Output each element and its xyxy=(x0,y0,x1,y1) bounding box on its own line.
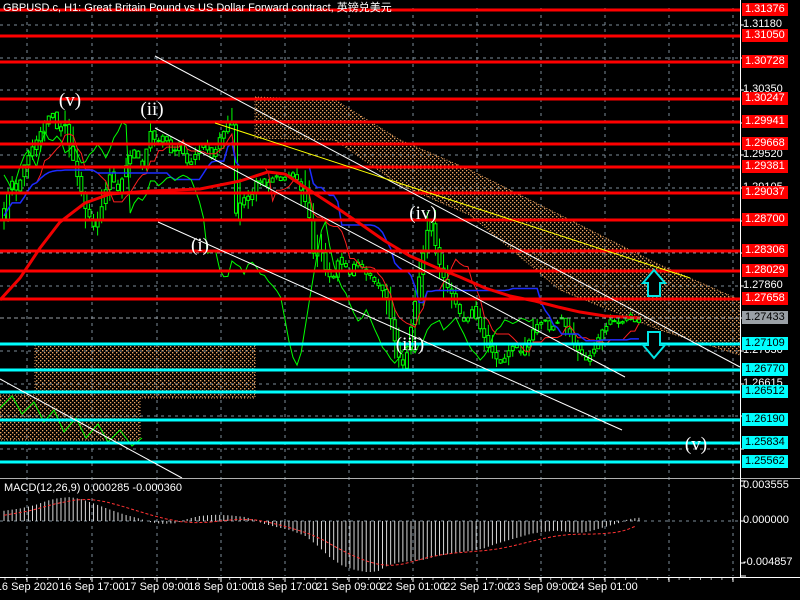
resistance-price-label: 1.29941 xyxy=(742,115,788,128)
trendline-yellow[interactable] xyxy=(214,122,691,279)
resistance-price-label: 1.28700 xyxy=(742,213,788,226)
wave-label[interactable]: (ii) xyxy=(140,99,163,120)
support-price-label: 1.25562 xyxy=(742,455,788,468)
time-label: 21 Sep 09:00 xyxy=(316,581,382,593)
current-price-label: 1.27433 xyxy=(742,311,788,324)
wave-label[interactable]: (v) xyxy=(685,434,707,455)
resistance-price-label: 1.29037 xyxy=(742,186,788,199)
time-label: 18 Sep 17:00 xyxy=(252,581,318,593)
resistance-price-label: 1.29668 xyxy=(742,137,788,150)
wave-label[interactable]: (i) xyxy=(191,235,209,256)
time-label: 16 Sep 17:00 xyxy=(59,581,125,593)
wave-label[interactable]: (iii) xyxy=(396,334,425,355)
time-label: 24 Sep 01:00 xyxy=(572,581,638,593)
resistance-price-label: 1.31050 xyxy=(742,29,788,42)
resistance-price-label: 1.31376 xyxy=(742,3,788,16)
support-price-label: 1.25834 xyxy=(742,436,788,449)
resistance-price-label: 1.29381 xyxy=(742,160,788,173)
time-label: 18 Sep 01:00 xyxy=(188,581,254,593)
trendline-white[interactable] xyxy=(154,55,741,368)
resistance-price-label: 1.28306 xyxy=(742,244,788,257)
support-price-label: 1.26770 xyxy=(742,363,788,376)
ichimoku-cloud xyxy=(254,96,741,356)
resistance-price-label: 1.27658 xyxy=(742,292,788,305)
resistance-price-label: 1.28029 xyxy=(742,264,788,277)
time-label: 17 Sep 09:00 xyxy=(124,581,190,593)
chart-title: GBPUSD.c, H1: Great Britain Pound vs US … xyxy=(3,2,392,14)
support-price-label: 1.26512 xyxy=(742,385,788,398)
chikou-span-line xyxy=(3,121,534,367)
macd-indicator-label: MACD(12,26,9) 0.000285 -0.000360 xyxy=(4,482,182,494)
price-chart[interactable]: (v) (ii) (i) (iv) (iii) (v) xyxy=(0,0,800,600)
time-label: 16 Sep 2020 xyxy=(0,581,59,593)
wave-label[interactable]: (v) xyxy=(59,90,81,111)
time-label: 23 Sep 09:00 xyxy=(508,581,574,593)
resistance-price-label: 1.30728 xyxy=(742,55,788,68)
chart-window: (v) (ii) (i) (iv) (iii) (v) GBPUSD.c, H1: Gre… xyxy=(0,0,800,600)
time-label: 22 Sep 17:00 xyxy=(444,581,510,593)
arrow-down-icon[interactable] xyxy=(640,331,668,360)
resistance-price-label: 1.30247 xyxy=(742,92,788,105)
time-label: 22 Sep 01:00 xyxy=(380,581,446,593)
wave-label[interactable]: (iv) xyxy=(409,203,436,224)
support-price-label: 1.27109 xyxy=(742,337,788,350)
macd-pane-layer xyxy=(3,497,640,573)
price-axis[interactable] xyxy=(740,0,800,578)
support-price-label: 1.26190 xyxy=(742,413,788,426)
